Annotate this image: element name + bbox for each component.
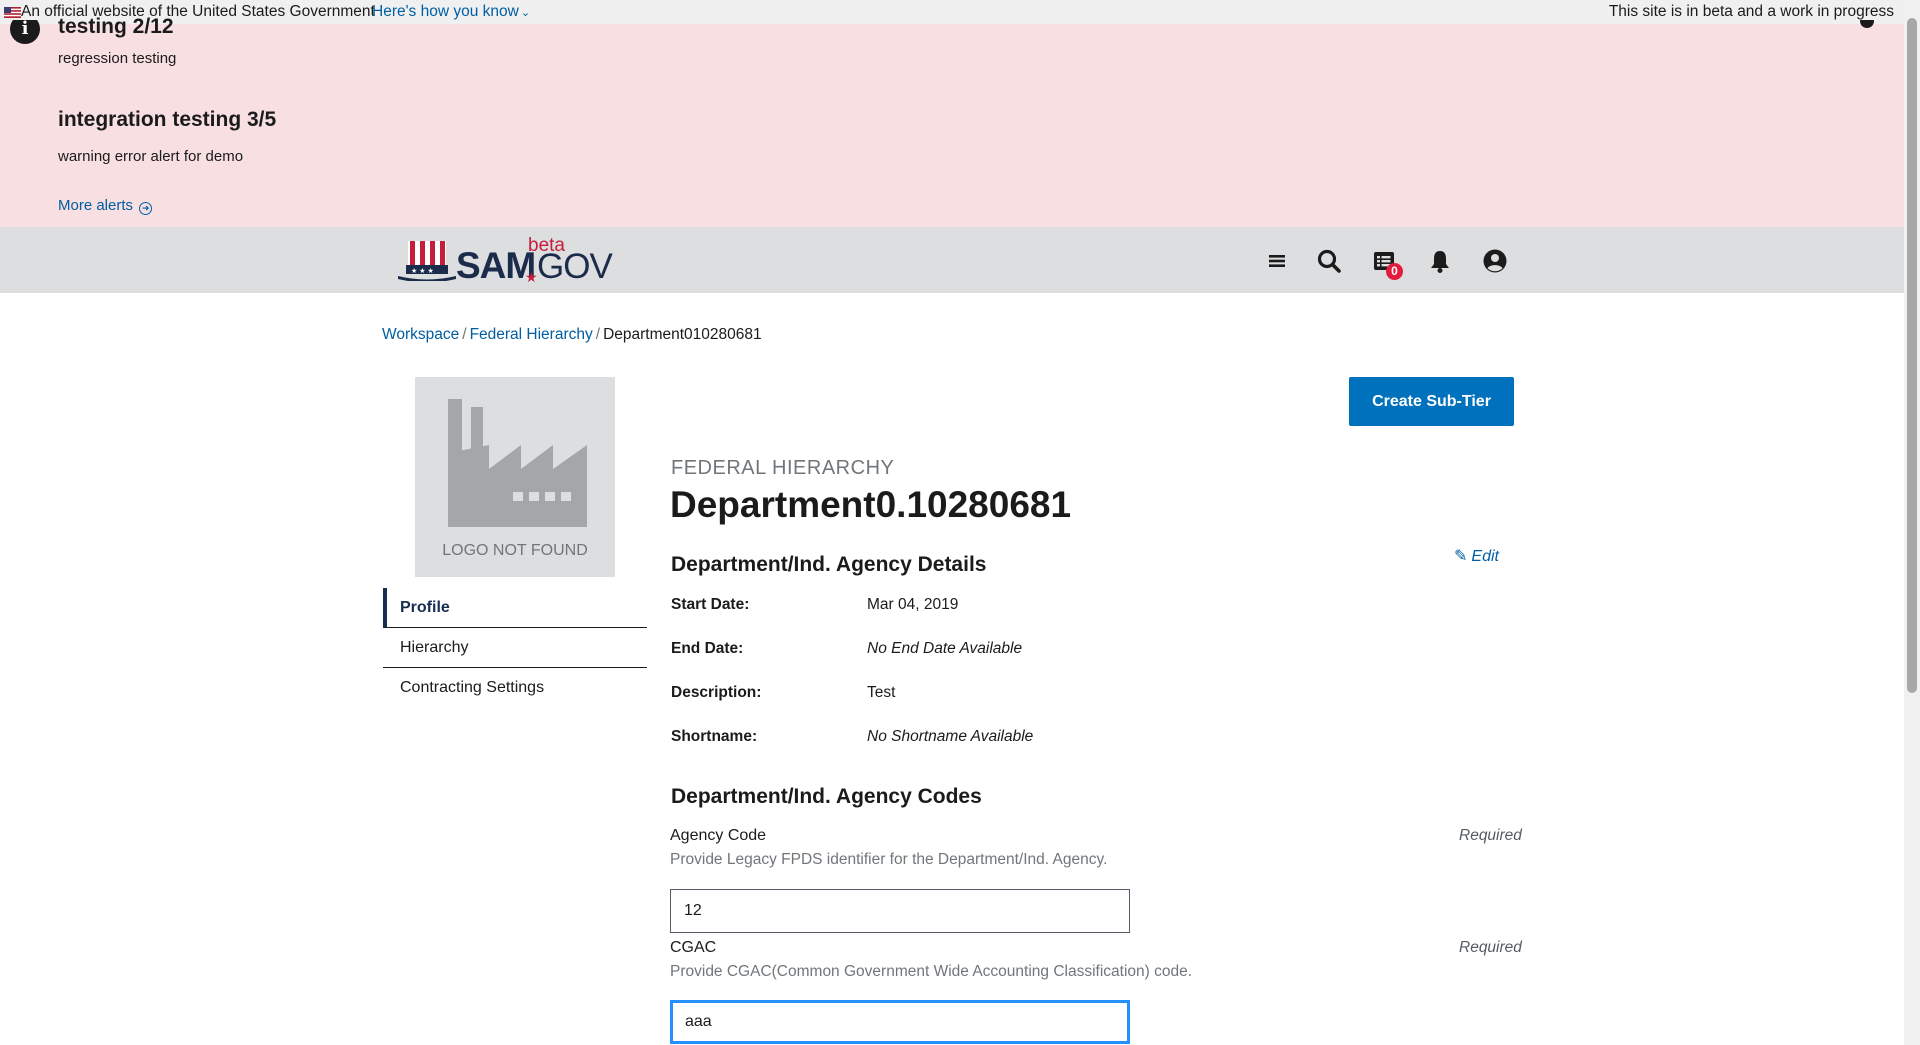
bell-icon[interactable] [1426, 247, 1454, 275]
alert-title: testing 2/12 [58, 15, 174, 38]
notification-count-badge: 0 [1386, 263, 1403, 280]
alert-title: integration testing 3/5 [58, 108, 277, 131]
alert-body: warning error alert for demo [58, 148, 244, 165]
detail-label: Shortname: [671, 728, 758, 745]
details-section-title: Department/Ind. Agency Details [671, 553, 987, 576]
us-flag-icon [4, 7, 21, 18]
required-indicator: Required [1459, 939, 1522, 956]
close-alerts-icon[interactable] [1860, 20, 1874, 28]
page-title: Department0.10280681 [670, 484, 1072, 525]
breadcrumb-separator: / [595, 326, 601, 343]
detail-value: No Shortname Available [867, 728, 1034, 745]
edit-link[interactable]: ✎ Edit [1454, 546, 1499, 566]
breadcrumb-separator: / [462, 326, 467, 343]
arrow-right-circle-icon: ➜ [139, 202, 153, 215]
gov-banner: An official website of the United States… [0, 0, 1904, 24]
beta-notice-text: This site is in beta and a work in progr… [1608, 3, 1894, 20]
more-alerts-label: More alerts [58, 197, 134, 214]
side-navigation: Profile Hierarchy Contracting Settings [383, 588, 647, 708]
menu-icon[interactable] [1263, 247, 1291, 275]
factory-icon [448, 399, 587, 527]
agency-code-help: Provide Legacy FPDS identifier for the D… [670, 851, 1108, 868]
breadcrumb-workspace-link[interactable]: Workspace [382, 326, 459, 343]
page-scrollbar[interactable] [1904, 0, 1920, 1045]
uncle-sam-hat-icon: ★ ★ ★ [398, 241, 456, 281]
detail-label: End Date: [671, 640, 744, 657]
cgac-input[interactable] [670, 1000, 1130, 1044]
svg-text:★ ★ ★: ★ ★ ★ [411, 267, 434, 275]
agency-code-label: Agency Code [670, 827, 767, 844]
edit-label: Edit [1471, 548, 1499, 565]
detail-label: Start Date: [671, 596, 750, 613]
detail-value: Test [867, 684, 896, 701]
breadcrumb: Workspace / Federal Hierarchy / Department01… [382, 326, 762, 344]
agency-code-input[interactable] [670, 889, 1130, 933]
page-eyebrow: FEDERAL HIERARCHY [671, 457, 895, 479]
logo-sam-text: SAM [456, 245, 536, 286]
alerts-panel: i testing 2/12 regression testing integr… [0, 15, 1904, 227]
required-indicator: Required [1459, 827, 1522, 844]
site-header: ★ ★ ★ SAM beta ★ GOV 0 [0, 227, 1904, 293]
logo-not-found-caption: LOGO NOT FOUND [442, 542, 588, 559]
sidenav-item-hierarchy[interactable]: Hierarchy [383, 628, 647, 668]
breadcrumb-current: Department010280681 [603, 326, 762, 343]
search-icon[interactable] [1315, 247, 1343, 275]
detail-value: Mar 04, 2019 [867, 596, 959, 613]
sidenav-item-profile[interactable]: Profile [383, 588, 647, 628]
user-icon[interactable] [1481, 247, 1509, 275]
breadcrumb-federal-hierarchy-link[interactable]: Federal Hierarchy [470, 326, 593, 343]
logo-star-icon: ★ [525, 269, 538, 285]
more-alerts-link[interactable]: More alerts ➜ [58, 197, 153, 215]
create-subtier-button[interactable]: Create Sub-Tier [1349, 377, 1514, 426]
codes-section-title: Department/Ind. Agency Codes [671, 785, 982, 808]
cgac-help: Provide CGAC(Common Government Wide Acco… [670, 963, 1193, 980]
heres-how-you-know-link[interactable]: Here's how you know ⌄ [372, 3, 530, 21]
logo-gov-text: GOV [537, 247, 613, 286]
heres-how-label: Here's how you know [372, 3, 519, 20]
chevron-down-icon: ⌄ [520, 7, 531, 19]
pencil-icon: ✎ [1454, 548, 1468, 565]
cgac-label: CGAC [670, 939, 717, 956]
alert-body: regression testing [58, 50, 177, 67]
sidenav-item-contracting-settings[interactable]: Contracting Settings [383, 668, 647, 708]
detail-label: Description: [671, 684, 762, 701]
organization-logo-placeholder: LOGO NOT FOUND [415, 377, 615, 577]
scrollbar-thumb[interactable] [1907, 18, 1917, 693]
info-icon: i [10, 20, 40, 44]
detail-value: No End Date Available [867, 640, 1023, 657]
sam-gov-logo[interactable]: ★ ★ ★ SAM beta ★ GOV [398, 235, 613, 286]
